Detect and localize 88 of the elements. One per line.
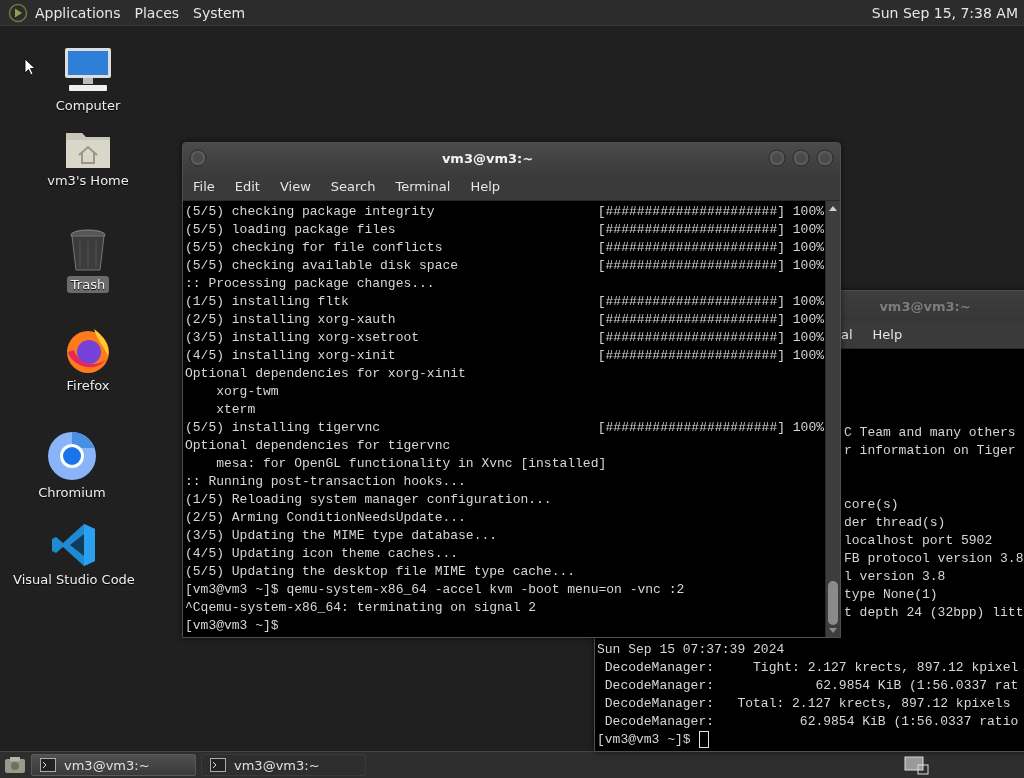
terminal-line: Sun Sep 15 07:37:39 2024 — [597, 641, 785, 659]
terminal-line: (4/5) installing xorg-xinit — [185, 347, 396, 365]
progress-text: [######################] 100% — [597, 221, 825, 239]
terminal-line: ^Cqemu-system-x86_64: terminating on signal 2 — [185, 599, 537, 617]
terminal-line: (5/5) Updating the desktop file MIME type cache... — [185, 563, 576, 581]
window-title: vm3@vm3:~ — [441, 150, 534, 166]
terminal-line: :: Processing package changes... — [185, 275, 435, 293]
progress-text: [######################] 100% — [597, 239, 825, 257]
terminal-line: DecodeManager: 62.9854 KiB (1:56.0337 rat — [603, 677, 1019, 695]
progress-text: [######################] 100% — [597, 203, 825, 221]
terminal-line: localhost port 5902 — [844, 532, 993, 550]
progress-text: [######################] 100% — [597, 257, 825, 275]
terminal-line: (1/5) Reloading system manager configuration... — [185, 491, 552, 509]
maximize-button[interactable] — [792, 149, 810, 167]
progress-text: [######################] 100% — [597, 419, 825, 437]
computer-icon — [63, 46, 113, 94]
terminal-line: (5/5) checking available disk space — [185, 257, 459, 275]
menu-item[interactable]: Edit — [224, 179, 270, 194]
close-button[interactable] — [816, 149, 834, 167]
clock[interactable]: Sun Sep 15, 7:38 AM — [871, 4, 1020, 21]
terminal-line: (5/5) loading package files — [185, 221, 396, 239]
terminal-line: [vm3@vm3 ~]$ — [185, 617, 279, 635]
terminal-line: :: Running post-transaction hooks... — [185, 473, 466, 491]
terminal-line: (2/5) Arming ConditionNeedsUpdate... — [185, 509, 466, 527]
terminal-line: core(s) — [844, 496, 899, 514]
terminal-line: (5/5) installing tigervnc — [185, 419, 381, 437]
terminal-line: (3/5) installing xorg-xsetroot — [185, 329, 420, 347]
terminal-line: (4/5) Updating icon theme caches... — [185, 545, 459, 563]
terminal-line: C Team and many others — [844, 424, 1016, 442]
vscode-icon — [51, 522, 97, 568]
desktop-icon-label[interactable]: Firefox — [62, 377, 114, 394]
terminal-line: DecodeManager: 62.9854 KiB (1:56.0337 ratio — [603, 713, 1019, 731]
terminal-line: (3/5) Updating the MIME type database... — [185, 527, 498, 545]
terminal-line: FB protocol version 3.8 — [844, 550, 1024, 568]
progress-text: [######################] 100% — [597, 347, 825, 365]
desktop-icon-label[interactable]: vm3's Home — [43, 172, 133, 189]
menu-item[interactable]: Help — [460, 179, 511, 194]
terminal-icon — [210, 758, 226, 772]
scrollbar[interactable] — [825, 201, 840, 637]
panel-menu[interactable]: Places — [127, 4, 187, 21]
terminal-line: r information on Tiger — [844, 442, 1016, 460]
terminal-line: xterm — [215, 401, 256, 419]
terminal-line: DecodeManager: Total: 2.127 krects, 897.12 kpixels — [603, 695, 1011, 713]
menu-item[interactable]: View — [269, 179, 321, 194]
window-title: vm3@vm3:~ — [879, 298, 971, 314]
window-menu-button[interactable] — [189, 149, 207, 167]
desktop-icon-label[interactable]: Chromium — [34, 484, 110, 501]
menu-item[interactable]: al — [841, 327, 853, 342]
terminal-line: xorg-twm — [215, 383, 279, 401]
terminal-line: type None(1) — [844, 586, 938, 604]
terminal-icon — [40, 758, 56, 772]
progress-text: [######################] 100% — [597, 311, 825, 329]
terminal-line: [vm3@vm3 ~]$ — [597, 731, 691, 749]
progress-text: [######################] 100% — [597, 329, 825, 347]
terminal-line: mesa: for OpenGL functionality in Xvnc [installed] — [215, 455, 607, 473]
desktop-icon-label[interactable]: Computer — [51, 97, 125, 114]
terminal-line: (2/5) installing xorg-xauth — [185, 311, 396, 329]
scroll-down-icon[interactable] — [828, 627, 838, 635]
terminal-line: (5/5) checking for file conflicts — [185, 239, 443, 257]
scroll-thumb[interactable] — [828, 581, 838, 625]
terminal-line: t depth 24 (32bpp) litt — [844, 604, 1024, 622]
scroll-up-icon[interactable] — [828, 204, 838, 212]
menu-item[interactable]: File — [183, 179, 225, 194]
trash-icon — [68, 229, 108, 273]
taskbar-button[interactable]: vm3@vm3:~ — [31, 754, 196, 776]
desktop-icon-label[interactable]: Visual Studio Code — [9, 571, 139, 588]
workspace-switcher-icon[interactable] — [904, 755, 930, 775]
menu-item[interactable]: Help — [872, 327, 903, 342]
firefox-icon — [64, 326, 112, 374]
terminal-line: (5/5) checking package integrity — [185, 203, 435, 221]
terminal-line: der thread(s) — [844, 514, 946, 532]
panel-menu[interactable]: System — [186, 4, 253, 21]
terminal-line: [vm3@vm3 ~]$ qemu-system-x86_64 -accel kvm -boot menu=on -vnc :2 — [185, 581, 685, 599]
desktop-icon-label[interactable]: Trash — [66, 276, 110, 293]
terminal-line: Optional dependencies for tigervnc — [185, 437, 451, 455]
panel-menu[interactable]: Applications — [28, 4, 128, 21]
terminal-line: DecodeManager: Tight: 2.127 krects, 897.12 kpixel — [603, 659, 1019, 677]
menu-item[interactable]: Search — [320, 179, 386, 194]
terminal-line: l version 3.8 — [844, 568, 946, 586]
terminal-line: (1/5) installing fltk — [185, 293, 349, 311]
mouse-pointer-icon — [24, 58, 36, 76]
logo-icon[interactable] — [8, 2, 28, 23]
chromium-icon — [47, 431, 97, 481]
menu-item[interactable]: Terminal — [385, 179, 461, 194]
progress-text: [######################] 100% — [597, 293, 825, 311]
terminal-line: Optional dependencies for xorg-xinit — [185, 365, 466, 383]
minimize-button[interactable] — [768, 149, 786, 167]
taskbar-button[interactable]: vm3@vm3:~ — [201, 754, 366, 776]
